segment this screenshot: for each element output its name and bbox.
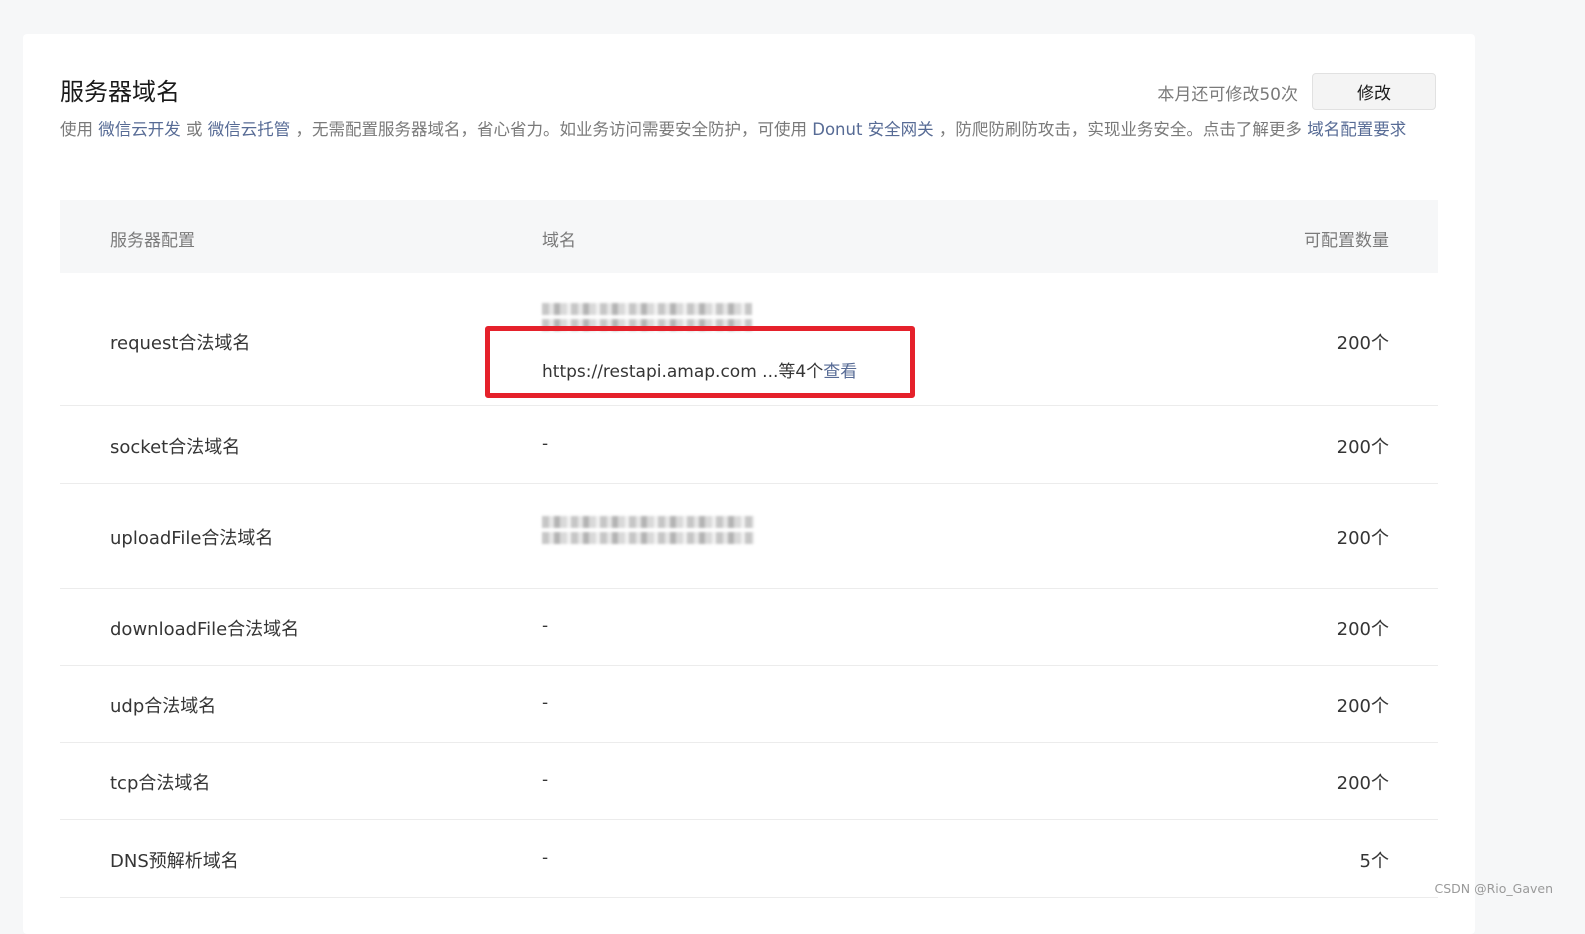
redacted-domain: [542, 303, 752, 315]
row-count: 5个: [1359, 851, 1389, 872]
table-row: request合法域名 https://restapi.amap.com ...…: [60, 273, 1438, 406]
domain-requirements-link[interactable]: 域名配置要求: [1307, 120, 1406, 139]
row-name: uploadFile合法域名: [110, 528, 274, 549]
row-domain: -: [542, 693, 549, 713]
row-count: 200个: [1336, 773, 1389, 794]
modify-button[interactable]: 修改: [1312, 73, 1436, 110]
page-title: 服务器域名: [60, 78, 180, 106]
row-count: 200个: [1336, 528, 1389, 549]
donut-gateway-link[interactable]: Donut 安全网关: [812, 120, 933, 139]
view-link[interactable]: 查看: [823, 362, 857, 382]
table-row: socket合法域名 - 200个: [60, 406, 1438, 484]
row-name: DNS预解析域名: [110, 851, 239, 872]
row-name: downloadFile合法域名: [110, 619, 300, 640]
row-name: tcp合法域名: [110, 773, 211, 794]
header-config: 服务器配置: [110, 231, 195, 251]
quota-text: 本月还可修改50次: [1157, 85, 1298, 105]
row-domain: -: [542, 848, 549, 868]
table-row: udp合法域名 - 200个: [60, 666, 1438, 743]
desc-text: ，防爬防刷防攻击，实现业务安全。点击了解更多: [933, 120, 1308, 139]
table-header: 服务器配置 域名 可配置数量: [60, 200, 1438, 273]
redacted-domain: [542, 319, 752, 331]
watermark: CSDN @Rio_Gaven: [1434, 881, 1553, 896]
desc-text: ，无需配置服务器域名，省心省力。如业务访问需要安全防护，可使用: [290, 120, 813, 139]
row-domain: -: [542, 434, 549, 454]
domain-cell: [542, 512, 772, 548]
table-row: DNS预解析域名 - 5个: [60, 820, 1438, 898]
table-row: uploadFile合法域名 200个: [60, 484, 1438, 589]
row-count: 200个: [1336, 696, 1389, 717]
redacted-domain: [542, 532, 754, 544]
row-name: socket合法域名: [110, 437, 241, 458]
row-name: request合法域名: [110, 333, 251, 354]
cloud-dev-link[interactable]: 微信云开发: [98, 120, 181, 139]
table-row: tcp合法域名 - 200个: [60, 743, 1438, 820]
row-count: 200个: [1336, 437, 1389, 458]
row-domain: -: [542, 616, 549, 636]
row-domain: -: [542, 770, 549, 790]
desc-text: 或: [180, 120, 208, 139]
description: 使用 微信云开发 或 微信云托管 ，无需配置服务器域名，省心省力。如业务访问需要…: [60, 116, 1445, 144]
table-row: downloadFile合法域名 - 200个: [60, 589, 1438, 666]
domain-cell: [542, 299, 772, 335]
domain-text: https://restapi.amap.com ...等4个: [542, 362, 824, 382]
header-domain: 域名: [542, 231, 576, 251]
desc-text: 使用: [60, 120, 99, 139]
row-name: udp合法域名: [110, 696, 217, 717]
header-count: 可配置数量: [1304, 231, 1389, 251]
row-count: 200个: [1336, 619, 1389, 640]
domain-summary: https://restapi.amap.com ...等4个查看: [542, 357, 857, 382]
row-count: 200个: [1336, 333, 1389, 354]
cloud-hosting-link[interactable]: 微信云托管: [208, 120, 291, 139]
redacted-domain: [542, 516, 754, 528]
